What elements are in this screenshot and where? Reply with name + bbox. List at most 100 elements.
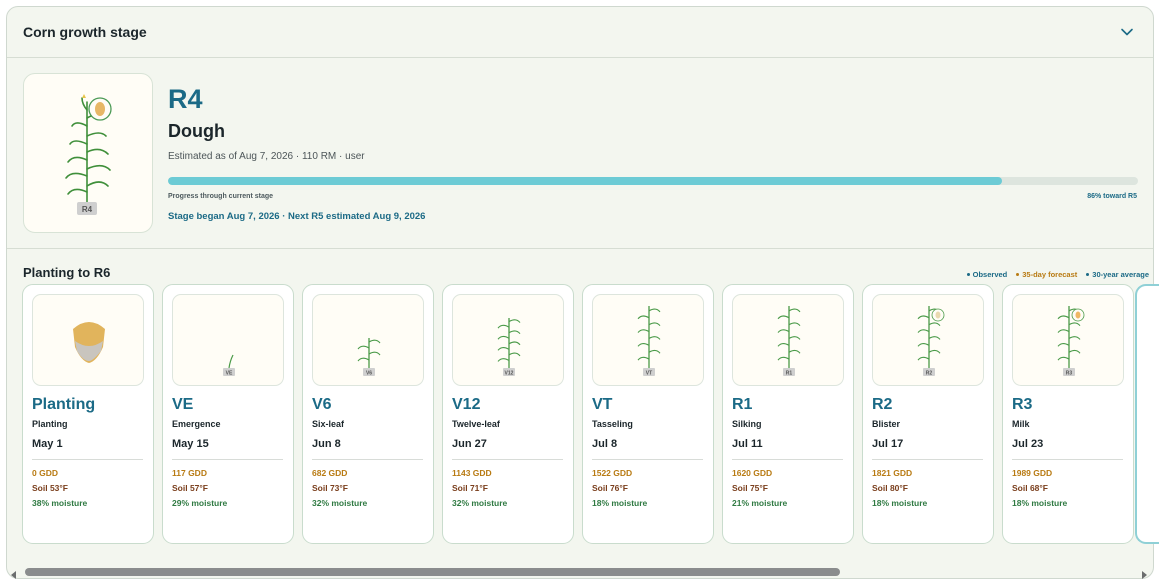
stage-name: Tasseling xyxy=(592,419,633,429)
stage-code: V6 xyxy=(312,396,332,413)
stage-code: R1 xyxy=(732,396,753,413)
stage-name: Twelve-leaf xyxy=(452,419,500,429)
progress-label: Progress through current stage xyxy=(168,193,274,200)
panel-header[interactable]: Corn growth stage xyxy=(7,7,1153,58)
stage-gdd: 117 GDD xyxy=(172,468,207,478)
stage-soil-temp: Soil 76°F xyxy=(592,483,628,493)
current-stage-section: R4 R4 Dough Estimated as of Aug 7, 2026 … xyxy=(7,58,1153,249)
stage-moisture: 18% moisture xyxy=(872,498,928,508)
divider xyxy=(312,459,423,460)
stage-date: Jun 8 xyxy=(312,438,341,450)
stage-soil-temp: Soil 80°F xyxy=(872,483,908,493)
legend-observed: Observed xyxy=(966,270,1007,279)
stage-gdd: 682 GDD xyxy=(312,468,348,478)
stage-cards: Planting Planting May 1 0 GDD Soil 53°F … xyxy=(15,284,1159,544)
horizontal-scrollbar[interactable] xyxy=(7,565,1153,579)
stage-card[interactable]: V12 V12 Twelve-leaf Jun 27 1143 GDD Soil… xyxy=(442,284,574,544)
divider xyxy=(32,459,143,460)
stage-progress-bar xyxy=(168,177,1138,185)
scrollbar-thumb[interactable] xyxy=(25,568,840,576)
svg-text:VT: VT xyxy=(646,371,652,377)
stage-soil-temp: Soil 68°F xyxy=(1012,483,1048,493)
stage-gdd: 0 GDD xyxy=(32,468,58,478)
stage-card-partial[interactable] xyxy=(1135,284,1159,544)
stage-image: R2 xyxy=(872,294,984,386)
stage-gdd: 1620 GDD xyxy=(732,468,773,478)
stage-code: Planting xyxy=(32,396,96,413)
stage-date: Jul 17 xyxy=(872,438,904,450)
current-stage-code: R4 xyxy=(168,84,203,114)
stage-card[interactable]: V6 V6 Six-leaf Jun 8 682 GDD Soil 73°F 3… xyxy=(302,284,434,544)
stage-card[interactable]: VE VE Emergence May 15 117 GDD Soil 57°F… xyxy=(162,284,294,544)
stage-date: Jun 27 xyxy=(452,438,487,450)
stage-began-text: Stage began Aug 7, 2026 · Next R5 estima… xyxy=(168,211,426,222)
stage-moisture: 18% moisture xyxy=(1012,498,1068,508)
stage-date: May 1 xyxy=(32,438,63,450)
stage-code: V12 xyxy=(452,396,481,413)
stage-code: VT xyxy=(592,396,613,413)
svg-text:V6: V6 xyxy=(366,371,372,377)
stage-gdd: 1143 GDD xyxy=(452,468,492,478)
svg-text:R4: R4 xyxy=(82,205,93,214)
stage-moisture: 29% moisture xyxy=(172,498,228,508)
stage-image: R3 xyxy=(1012,294,1124,386)
stage-progress-fill xyxy=(168,177,1003,185)
divider xyxy=(872,459,983,460)
stage-date: Jul 11 xyxy=(732,438,763,450)
stage-name: Planting xyxy=(32,419,68,429)
stage-card[interactable]: VT VT Tasseling Jul 8 1522 GDD Soil 76°F… xyxy=(582,284,714,544)
svg-text:R2: R2 xyxy=(926,371,933,377)
divider xyxy=(452,459,563,460)
stage-name: Six-leaf xyxy=(312,419,345,429)
stage-card[interactable]: R2 R2 Blister Jul 17 1821 GDD Soil 80°F … xyxy=(862,284,994,544)
panel-title: Corn growth stage xyxy=(23,24,147,40)
stage-gdd: 1989 GDD xyxy=(1012,468,1053,478)
stage-image: VE xyxy=(172,294,284,386)
stage-moisture: 32% moisture xyxy=(452,498,508,508)
stage-gdd: 1821 GDD xyxy=(872,468,913,478)
progress-percent: 86% toward R5 xyxy=(1087,193,1137,200)
stage-card[interactable]: R3 R3 Milk Jul 23 1989 GDD Soil 68°F 18%… xyxy=(1002,284,1134,544)
stage-image: V12 xyxy=(452,294,564,386)
stage-image: V6 xyxy=(312,294,424,386)
stage-code: R2 xyxy=(872,396,893,413)
stage-moisture: 18% moisture xyxy=(592,498,648,508)
svg-text:V12: V12 xyxy=(505,371,514,377)
stage-soil-temp: Soil 57°F xyxy=(172,483,208,493)
svg-text:VE: VE xyxy=(226,371,233,377)
stage-image: VT xyxy=(592,294,704,386)
stage-date: Jul 23 xyxy=(1012,438,1044,450)
stage-card[interactable]: Planting Planting May 1 0 GDD Soil 53°F … xyxy=(22,284,154,544)
scroll-right-icon[interactable] xyxy=(1139,567,1149,579)
stage-soil-temp: Soil 53°F xyxy=(32,483,68,493)
stage-name: Milk xyxy=(1012,419,1030,429)
divider xyxy=(732,459,843,460)
stage-card[interactable]: R1 R1 Silking Jul 11 1620 GDD Soil 75°F … xyxy=(722,284,854,544)
stage-image xyxy=(32,294,144,386)
timeline-header: Planting to R6 Observed 35-day forecast … xyxy=(7,249,1153,284)
estimate-text: Estimated as of Aug 7, 2026 · 110 RM · u… xyxy=(168,151,365,162)
svg-text:R3: R3 xyxy=(1066,371,1073,377)
chevron-down-icon[interactable] xyxy=(1117,22,1137,42)
stage-moisture: 38% moisture xyxy=(32,498,88,508)
stage-soil-temp: Soil 75°F xyxy=(732,483,768,493)
stage-date: May 15 xyxy=(172,438,209,450)
stage-code: VE xyxy=(172,396,194,413)
stage-date: Jul 8 xyxy=(592,438,618,450)
legend-forecast: 35-day forecast xyxy=(1016,270,1077,279)
divider xyxy=(1012,459,1123,460)
scroll-left-icon[interactable] xyxy=(9,567,19,579)
timeline-title: Planting to R6 xyxy=(23,265,111,280)
stage-name: Emergence xyxy=(172,419,221,429)
stage-gdd: 1522 GDD xyxy=(592,468,633,478)
svg-text:R1: R1 xyxy=(786,371,793,377)
legend-average: 30-year average xyxy=(1086,270,1149,279)
divider xyxy=(172,459,283,460)
stage-moisture: 21% moisture xyxy=(732,498,788,508)
divider xyxy=(592,459,703,460)
stage-moisture: 32% moisture xyxy=(312,498,368,508)
stage-soil-temp: Soil 73°F xyxy=(312,483,348,493)
current-stage-name: Dough xyxy=(168,121,225,141)
stage-code: R3 xyxy=(1012,396,1033,413)
stage-name: Blister xyxy=(872,419,901,429)
